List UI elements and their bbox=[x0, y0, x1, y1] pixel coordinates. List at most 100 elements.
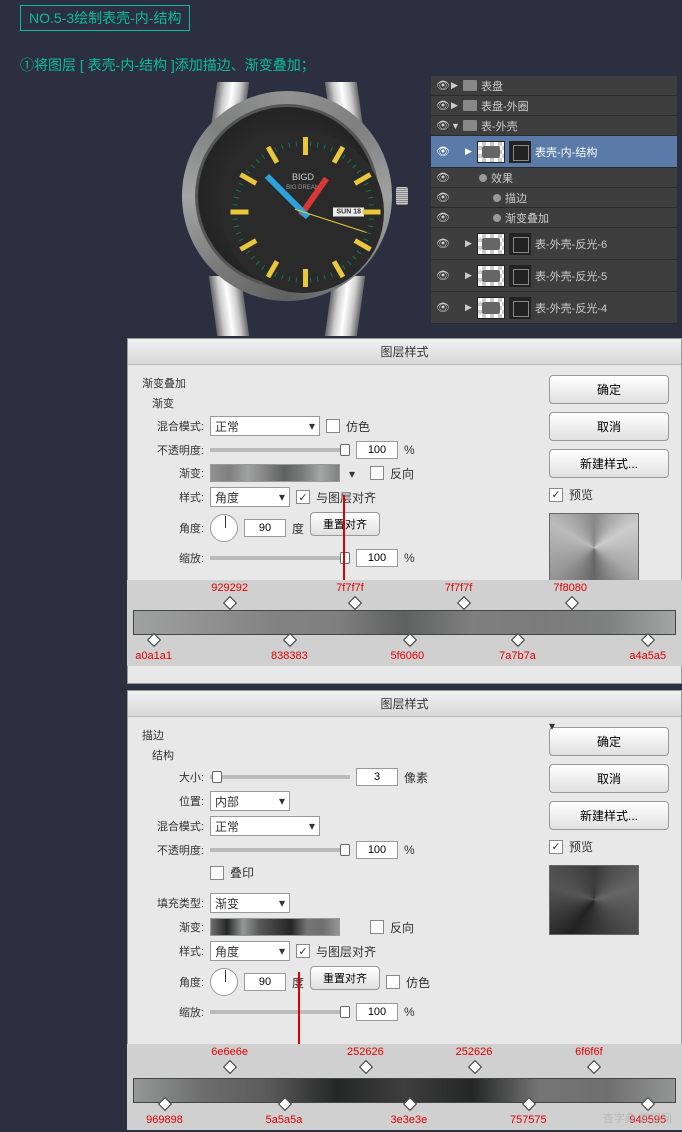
layer-row[interactable]: 👁效果 bbox=[431, 168, 677, 188]
visibility-icon[interactable]: 👁 bbox=[435, 211, 451, 224]
gradient-stop[interactable] bbox=[225, 1062, 235, 1074]
opacity-slider[interactable] bbox=[210, 848, 350, 852]
dither-checkbox[interactable] bbox=[326, 419, 340, 433]
preview-checkbox[interactable] bbox=[549, 488, 563, 502]
step-title: NO.5-3绘制表壳-内-结构 bbox=[20, 5, 190, 31]
scale-slider[interactable] bbox=[210, 1010, 350, 1014]
gradient-stop[interactable] bbox=[470, 1062, 480, 1074]
fx-icon bbox=[493, 194, 501, 202]
layer-thumb bbox=[477, 297, 505, 319]
angle-input[interactable] bbox=[244, 973, 286, 991]
visibility-icon[interactable]: 👁 bbox=[435, 99, 451, 112]
scale-input[interactable] bbox=[356, 1003, 398, 1021]
layer-row[interactable]: 👁▶表-外壳-反光-4 bbox=[431, 292, 677, 324]
gradient-stop[interactable] bbox=[361, 1062, 371, 1074]
visibility-icon[interactable]: 👁 bbox=[435, 79, 451, 92]
hex-label: 969898 bbox=[146, 1114, 183, 1126]
gradient-stop[interactable] bbox=[149, 635, 159, 647]
layer-row[interactable]: 👁▶表壳-内-结构 bbox=[431, 136, 677, 168]
hex-label: 6f6f6f bbox=[575, 1046, 603, 1058]
reverse-checkbox[interactable] bbox=[370, 466, 384, 480]
opacity-input[interactable] bbox=[356, 841, 398, 859]
ok-button[interactable]: 确定 bbox=[549, 727, 669, 756]
gradient-stop[interactable] bbox=[225, 598, 235, 610]
layers-panel[interactable]: 👁▶表盘👁▶表盘-外圈👁▼表-外壳👁▶表壳-内-结构👁效果👁描边👁渐变叠加👁▶表… bbox=[431, 76, 677, 324]
overprint-checkbox[interactable] bbox=[210, 866, 224, 880]
blend-mode-select[interactable]: 正常 bbox=[210, 416, 320, 436]
cancel-button[interactable]: 取消 bbox=[549, 764, 669, 793]
blend-mode-select[interactable]: 正常 bbox=[210, 816, 320, 836]
layer-row[interactable]: 👁▼表-外壳 bbox=[431, 116, 677, 136]
hex-label: 757575 bbox=[510, 1114, 547, 1126]
angle-dial[interactable] bbox=[210, 514, 238, 542]
size-slider[interactable] bbox=[210, 775, 350, 779]
folder-icon bbox=[463, 100, 477, 111]
visibility-icon[interactable]: 👁 bbox=[435, 119, 451, 132]
gradient-stop[interactable] bbox=[643, 635, 653, 647]
gradient-stop[interactable] bbox=[350, 598, 360, 610]
opacity-input[interactable] bbox=[356, 441, 398, 459]
angle-dial[interactable] bbox=[210, 968, 238, 996]
gradient-stop[interactable] bbox=[459, 598, 469, 610]
layer-row[interactable]: 👁 渐变叠加 bbox=[431, 208, 677, 228]
preview-checkbox[interactable] bbox=[549, 840, 563, 854]
style-preview bbox=[549, 865, 639, 935]
watermark: 查字典 教程网 bbox=[603, 1110, 672, 1126]
dialog-title: 图层样式 bbox=[128, 691, 681, 717]
align-checkbox[interactable] bbox=[296, 944, 310, 958]
style-select[interactable]: 角度 bbox=[210, 941, 290, 961]
reverse-checkbox[interactable] bbox=[370, 920, 384, 934]
scale-input[interactable] bbox=[356, 549, 398, 567]
cancel-button[interactable]: 取消 bbox=[549, 412, 669, 441]
gradient-stop[interactable] bbox=[280, 1099, 290, 1111]
gradient-stop[interactable] bbox=[405, 1099, 415, 1111]
ok-button[interactable]: 确定 bbox=[549, 375, 669, 404]
layer-row[interactable]: 👁▶表盘-外圈 bbox=[431, 96, 677, 116]
layer-label: 表-外壳-反光-4 bbox=[535, 300, 607, 316]
gradient-stop[interactable] bbox=[524, 1099, 534, 1111]
visibility-icon[interactable]: 👁 bbox=[435, 301, 451, 314]
gradient-stop[interactable] bbox=[285, 635, 295, 647]
layer-row[interactable]: 👁 描边 bbox=[431, 188, 677, 208]
layer-row[interactable]: 👁▶表盘 bbox=[431, 76, 677, 96]
visibility-icon[interactable]: 👁 bbox=[435, 191, 451, 204]
scale-slider[interactable] bbox=[210, 556, 350, 560]
gradient-stop[interactable] bbox=[405, 635, 415, 647]
gradient-stop[interactable] bbox=[567, 598, 577, 610]
layer-thumb bbox=[477, 233, 505, 255]
gradient-stop[interactable] bbox=[589, 1062, 599, 1074]
size-input[interactable] bbox=[356, 768, 398, 786]
new-style-button[interactable]: 新建样式... bbox=[549, 449, 669, 478]
hex-label: 7f7f7f bbox=[445, 582, 473, 594]
hex-label: a4a5a5 bbox=[629, 650, 666, 662]
layer-label: 渐变叠加 bbox=[505, 210, 549, 226]
visibility-icon[interactable]: 👁 bbox=[435, 145, 451, 158]
fill-type-select[interactable]: 渐变 bbox=[210, 893, 290, 913]
visibility-icon[interactable]: 👁 bbox=[435, 237, 451, 250]
mask-thumb bbox=[509, 141, 531, 163]
layer-label: 表-外壳-反光-5 bbox=[535, 268, 607, 284]
dither-checkbox[interactable] bbox=[386, 975, 400, 989]
new-style-button[interactable]: 新建样式... bbox=[549, 801, 669, 830]
layer-row[interactable]: 👁▶表-外壳-反光-5 bbox=[431, 260, 677, 292]
visibility-icon[interactable]: 👁 bbox=[435, 171, 451, 184]
layer-row[interactable]: 👁▶表-外壳-反光-6 bbox=[431, 228, 677, 260]
layer-label: 描边 bbox=[505, 190, 527, 206]
gradient-stop[interactable] bbox=[513, 635, 523, 647]
hex-label: 252626 bbox=[456, 1046, 493, 1058]
angle-input[interactable] bbox=[244, 519, 286, 537]
style-select[interactable]: 角度 bbox=[210, 487, 290, 507]
fx-icon bbox=[493, 214, 501, 222]
position-select[interactable]: 内部 bbox=[210, 791, 290, 811]
gradient-strip-2: 6e6e6e2526262526266f6f6f9698985a5a5a3e3e… bbox=[127, 1044, 682, 1130]
reset-align-button[interactable]: 重置对齐 bbox=[310, 966, 380, 990]
align-checkbox[interactable] bbox=[296, 490, 310, 504]
gradient-preview[interactable] bbox=[210, 918, 340, 936]
gradient-stop[interactable] bbox=[160, 1099, 170, 1111]
hex-label: 6e6e6e bbox=[211, 1046, 248, 1058]
hex-label: 252626 bbox=[347, 1046, 384, 1058]
gradient-preview[interactable] bbox=[210, 464, 340, 482]
reset-align-button[interactable]: 重置对齐 bbox=[310, 512, 380, 536]
visibility-icon[interactable]: 👁 bbox=[435, 269, 451, 282]
opacity-slider[interactable] bbox=[210, 448, 350, 452]
